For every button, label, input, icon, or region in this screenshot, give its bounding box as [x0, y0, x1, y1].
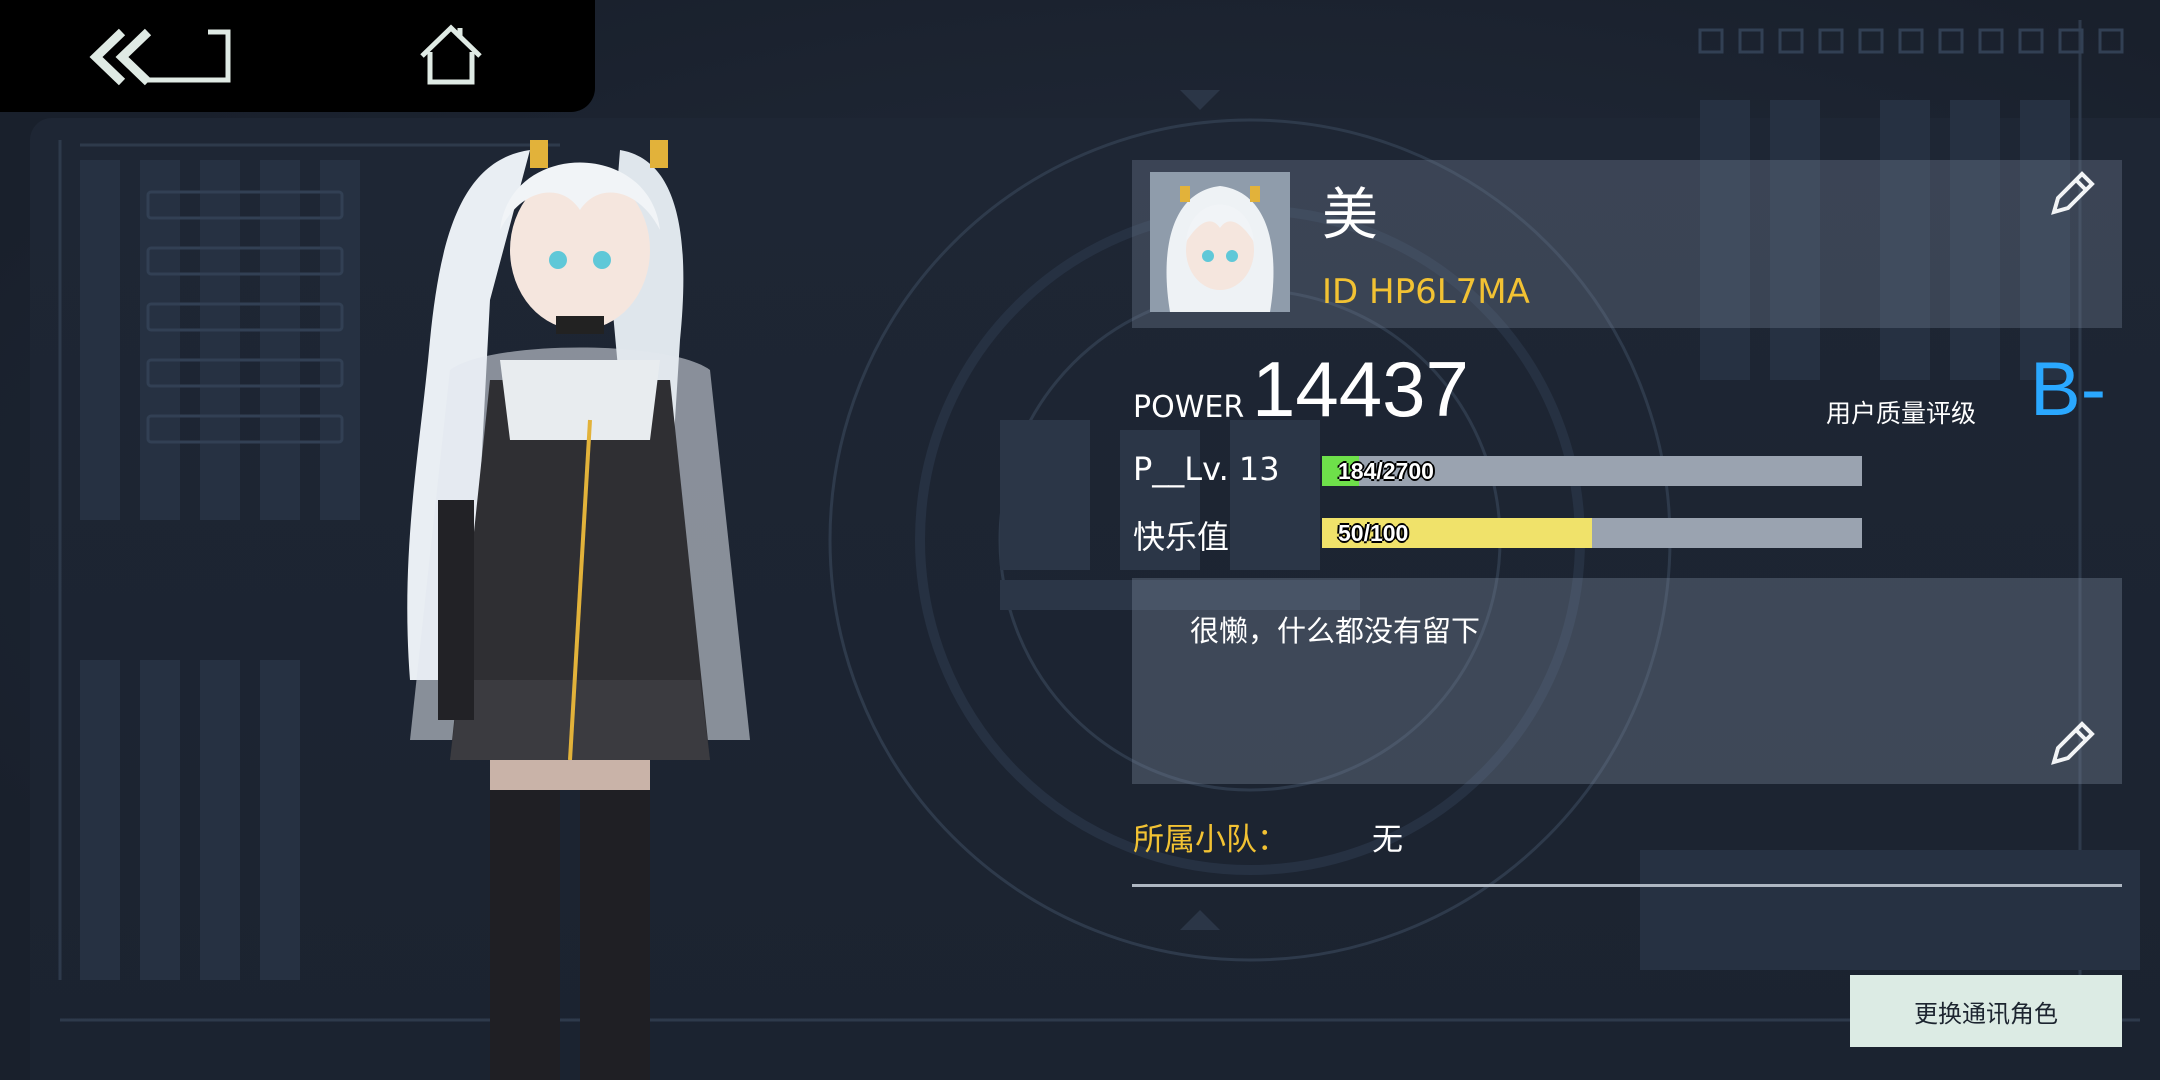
power-label: POWER: [1133, 390, 1245, 425]
power-value: 14437: [1252, 345, 1469, 433]
squad-value: 无: [1372, 822, 1403, 858]
edit-name-button[interactable]: [2044, 166, 2100, 222]
home-button[interactable]: [418, 24, 484, 86]
bio-text: 很懒，什么都没有留下: [1190, 614, 1481, 648]
exp-bar: 184/2700: [1322, 456, 1862, 486]
avatar[interactable]: [1150, 172, 1290, 312]
double-chevron-left-icon: [89, 28, 231, 86]
character-illustration: [407, 140, 750, 1080]
pencil-icon: [2051, 171, 2095, 215]
player-id: ID HP6L7MA: [1322, 272, 1530, 312]
profile-header-card: 美 ID HP6L7MA: [1132, 160, 2122, 328]
bio-box: 很懒，什么都没有留下: [1132, 578, 2122, 784]
squad-label: 所属小队：: [1133, 822, 1288, 858]
quality-rating-value: B-: [2030, 347, 2106, 432]
switch-character-button[interactable]: 更换通讯角色: [1850, 975, 2122, 1047]
home-icon: [420, 24, 482, 85]
pencil-icon: [2051, 721, 2095, 765]
happiness-bar: 50/100: [1322, 518, 1862, 548]
happiness-text: 50/100: [1338, 520, 1409, 546]
quality-rating-label: 用户质量评级: [1826, 399, 1977, 428]
portrait-image: [1150, 172, 1290, 312]
exp-text: 184/2700: [1338, 458, 1434, 484]
player-name: 美: [1322, 183, 1378, 248]
divider: [1132, 884, 2122, 887]
top-nav-bar: [0, 0, 595, 112]
level-label: P__Lv. 13: [1133, 450, 1280, 488]
back-button[interactable]: [88, 26, 234, 88]
edit-bio-button[interactable]: [2044, 716, 2100, 772]
happiness-label: 快乐值: [1133, 518, 1230, 556]
